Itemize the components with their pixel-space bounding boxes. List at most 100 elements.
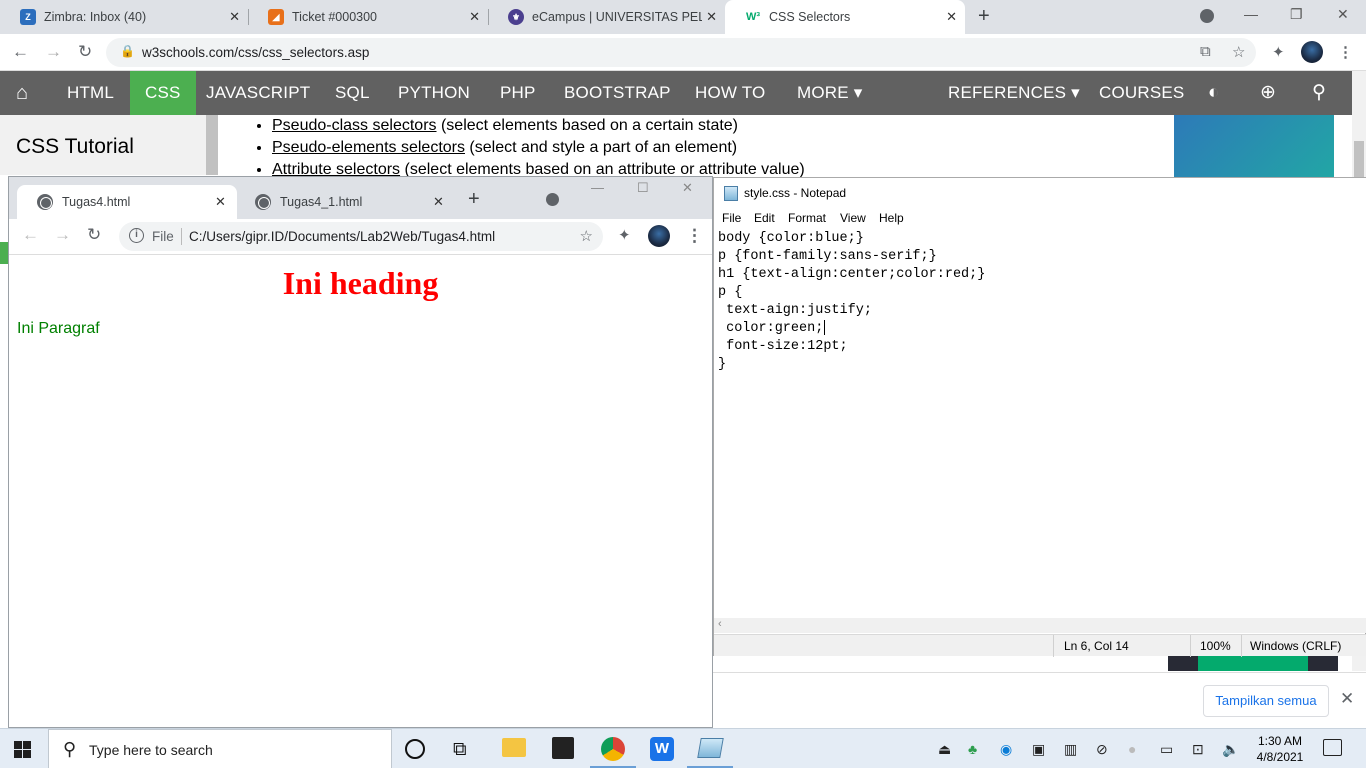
- dark-mode-icon[interactable]: ◐: [1208, 71, 1220, 115]
- winrar-icon[interactable]: ▥: [1064, 741, 1077, 758]
- notepad-taskbar-icon[interactable]: [697, 738, 724, 758]
- tab-tugas4-1[interactable]: Tugas4_1.html ✕: [235, 185, 453, 219]
- chrome-icon[interactable]: [601, 737, 625, 761]
- battery-icon[interactable]: ▭: [1160, 741, 1173, 758]
- tab-search-icon[interactable]: [1200, 9, 1214, 23]
- scroll-left-icon[interactable]: ‹: [718, 618, 722, 630]
- address-bar[interactable]: i File C:/Users/gipr.ID/Documents/Lab2We…: [119, 222, 603, 251]
- info-icon[interactable]: i: [129, 228, 144, 243]
- clock[interactable]: 1:30 AM 4/8/2021: [1250, 733, 1310, 765]
- tab-ticket[interactable]: ◢ Ticket #000300 ✕: [248, 0, 488, 34]
- nav-css[interactable]: CSS: [130, 71, 196, 115]
- line-ending: Windows (CRLF): [1250, 639, 1342, 653]
- url-text: C:/Users/gipr.ID/Documents/Lab2Web/Tugas…: [189, 229, 496, 244]
- title-bar: style.css - Notepad: [714, 178, 1366, 208]
- new-tab-button[interactable]: +: [978, 5, 990, 28]
- close-tab-icon[interactable]: ✕: [433, 194, 444, 210]
- new-tab-button[interactable]: +: [468, 188, 480, 211]
- menu-file[interactable]: File: [722, 211, 741, 225]
- lock-icon[interactable]: 🔒: [120, 44, 135, 58]
- list-item-text: (select elements based on a certain stat…: [436, 117, 739, 134]
- close-tab-icon[interactable]: ✕: [946, 9, 957, 25]
- nav-courses[interactable]: COURSES: [1099, 71, 1184, 115]
- bookmark-star-icon[interactable]: ☆: [1232, 43, 1245, 61]
- extensions-icon[interactable]: ✦: [618, 226, 631, 244]
- address-bar[interactable]: 🔒 w3schools.com/css/css_selectors.asp: [106, 38, 1256, 67]
- nav-python[interactable]: PYTHON: [398, 71, 470, 115]
- menu-view[interactable]: View: [840, 211, 866, 225]
- tab-css-selectors[interactable]: W³ CSS Selectors ✕: [725, 0, 965, 34]
- skype-icon[interactable]: ●: [1128, 741, 1136, 757]
- horizontal-scrollbar[interactable]: ‹: [714, 618, 1366, 633]
- close-tab-icon[interactable]: ✕: [469, 9, 480, 25]
- code-line-text: color:green;: [718, 321, 824, 337]
- globe-icon[interactable]: ⊕: [1260, 71, 1276, 115]
- volume-icon[interactable]: 🔈: [1222, 741, 1239, 758]
- download-bar: Tampilkan semua ✕: [712, 672, 1366, 728]
- show-all-button[interactable]: Tampilkan semua: [1203, 685, 1329, 717]
- cortana-icon[interactable]: [405, 739, 425, 759]
- link-pseudo-class[interactable]: Pseudo-class selectors: [272, 117, 437, 134]
- restore-button[interactable]: ❐: [1290, 6, 1303, 23]
- tab-ecampus[interactable]: ⚜ eCampus | UNIVERSITAS PELITA B ✕: [488, 0, 725, 34]
- profile-avatar[interactable]: [648, 225, 670, 247]
- menu-help[interactable]: Help: [879, 211, 904, 225]
- windows-start-icon[interactable]: [14, 741, 31, 758]
- browser-tab-strip: Z Zimbra: Inbox (40) ✕ ◢ Ticket #000300 …: [0, 0, 1366, 34]
- minimize-button[interactable]: —: [591, 180, 604, 195]
- nav-more[interactable]: MORE ▾: [797, 71, 862, 115]
- tab-tugas4[interactable]: Tugas4.html ✕: [17, 185, 237, 219]
- monitor-icon[interactable]: ▣: [1032, 741, 1045, 758]
- forward-arrow-icon[interactable]: →: [45, 42, 62, 62]
- close-tab-icon[interactable]: ✕: [229, 9, 240, 25]
- nav-php[interactable]: PHP: [500, 71, 536, 115]
- maximize-button[interactable]: ☐: [637, 180, 649, 196]
- text-editor[interactable]: body {color:blue;} p {font-family:sans-s…: [714, 230, 1366, 618]
- tab-zimbra[interactable]: Z Zimbra: Inbox (40) ✕: [0, 0, 248, 34]
- reload-icon[interactable]: ↻: [87, 225, 101, 245]
- menu-format[interactable]: Format: [788, 211, 826, 225]
- network-off-icon[interactable]: ⊘: [1096, 741, 1108, 758]
- display-icon[interactable]: ⊡: [1192, 741, 1204, 758]
- bookmark-star-icon[interactable]: ☆: [580, 227, 593, 245]
- translate-icon[interactable]: ⧉: [1200, 43, 1211, 60]
- close-tab-icon[interactable]: ✕: [215, 194, 226, 210]
- forward-arrow-icon[interactable]: →: [54, 225, 71, 245]
- wps-office-icon[interactable]: W: [650, 737, 674, 761]
- close-window-button[interactable]: ✕: [1337, 6, 1349, 23]
- back-arrow-icon[interactable]: ←: [22, 225, 39, 245]
- notification-icon[interactable]: [1323, 739, 1342, 756]
- tab-label: Ticket #000300: [292, 10, 378, 24]
- close-tab-icon[interactable]: ✕: [706, 9, 717, 25]
- divider: [181, 228, 182, 245]
- edge-icon[interactable]: ◉: [1000, 741, 1012, 758]
- close-window-button[interactable]: ✕: [682, 180, 693, 196]
- extensions-icon[interactable]: ✦: [1272, 43, 1285, 61]
- nav-sql[interactable]: SQL: [335, 71, 370, 115]
- search-icon[interactable]: ⚲: [1312, 71, 1326, 115]
- profile-avatar[interactable]: [1301, 41, 1323, 63]
- close-icon[interactable]: ✕: [1340, 689, 1354, 709]
- nav-html[interactable]: HTML: [67, 71, 114, 115]
- code-line: }: [718, 357, 727, 372]
- back-arrow-icon[interactable]: ←: [12, 42, 29, 62]
- nav-references[interactable]: REFERENCES ▾: [948, 71, 1080, 115]
- menu-edit[interactable]: Edit: [754, 211, 775, 225]
- nav-bootstrap[interactable]: BOOTSTRAP: [564, 71, 671, 115]
- task-view-icon[interactable]: ⧉: [453, 739, 477, 763]
- file-explorer-icon[interactable]: [502, 738, 526, 757]
- app-tray-icon[interactable]: ♣: [968, 741, 977, 757]
- nav-javascript[interactable]: JAVASCRIPT: [206, 71, 310, 115]
- reload-icon[interactable]: ↻: [78, 42, 92, 62]
- store-icon[interactable]: [552, 737, 574, 759]
- home-icon[interactable]: ⌂: [16, 71, 28, 115]
- nav-howto[interactable]: HOW TO: [695, 71, 765, 115]
- link-pseudo-elements[interactable]: Pseudo-elements selectors: [272, 139, 465, 156]
- usb-icon[interactable]: ⏏: [938, 741, 951, 758]
- menu-kebab-icon[interactable]: ⋮: [686, 226, 703, 246]
- taskbar-search[interactable]: ⚲ Type here to search: [48, 729, 392, 768]
- sidebar-scrollbar[interactable]: [206, 115, 218, 175]
- menu-kebab-icon[interactable]: ⋮: [1338, 43, 1353, 61]
- tab-search-icon[interactable]: [546, 193, 559, 206]
- minimize-button[interactable]: —: [1244, 6, 1258, 22]
